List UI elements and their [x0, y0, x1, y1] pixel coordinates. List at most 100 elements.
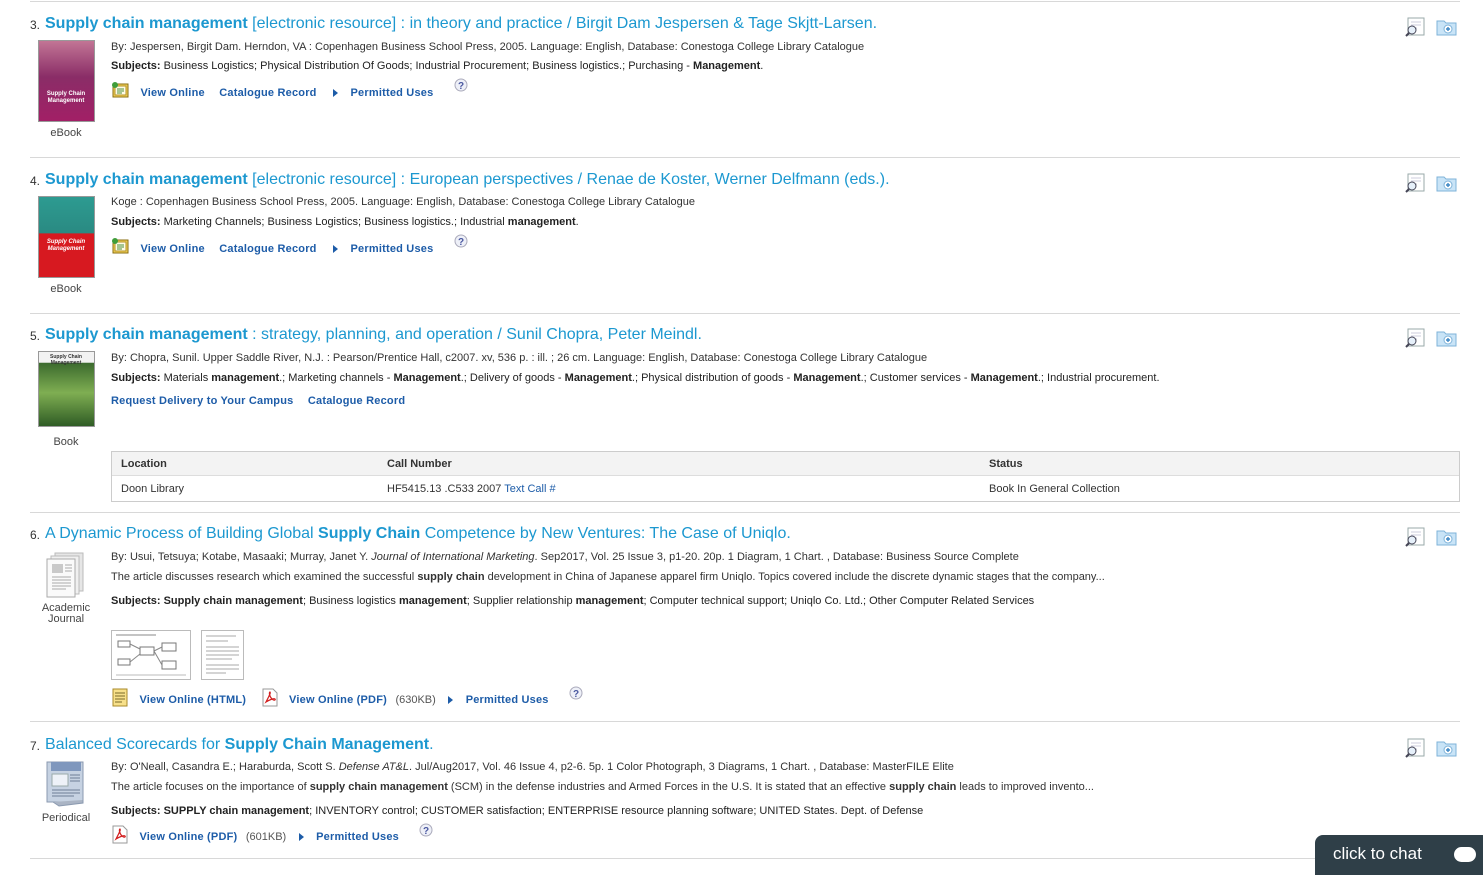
subjects-text: ; INVENTORY control; CUSTOMER satisfacti… [309, 805, 924, 817]
request-delivery-link[interactable]: Request Delivery to Your Campus [111, 395, 293, 407]
format-label: eBook [50, 127, 82, 139]
result-number: 7. [30, 739, 41, 753]
permitted-uses-link[interactable]: Permitted Uses [316, 831, 399, 843]
cover-title: Supply Chain Management [50, 354, 82, 366]
view-online-html-link[interactable]: View Online (HTML) [139, 694, 246, 706]
format-label: eBook [50, 283, 82, 295]
permitted-uses-link[interactable]: Permitted Uses [466, 694, 549, 706]
permitted-uses-link[interactable]: Permitted Uses [351, 243, 434, 255]
format-column: Academic Journal [30, 551, 102, 625]
result-number: 5. [30, 329, 41, 343]
expand-arrow-icon[interactable] [298, 833, 304, 841]
help-question-icon[interactable]: ? [569, 686, 583, 705]
subjects-text: . [760, 60, 764, 72]
book-cover-image[interactable]: Supply Chain Management [37, 196, 95, 278]
result-links: View Online (HTML) View Online (PDF) (63… [111, 686, 583, 712]
preview-magnifier-icon[interactable] [1404, 17, 1426, 42]
result-number: 4. [30, 174, 41, 188]
preview-magnifier-icon[interactable] [1404, 738, 1426, 763]
location-cell: Doon Library [121, 482, 184, 495]
result-links: Request Delivery to Your Campus Catalogu… [111, 392, 415, 414]
result-tools [1404, 173, 1460, 195]
permitted-uses-link[interactable]: Permitted Uses [351, 87, 434, 99]
title-text: : strategy, planning, and operation / Su… [247, 326, 702, 343]
meta-text: By: Usui, Tetsuya; Kotabe, Masaaki; Murr… [111, 551, 372, 563]
cover-title: Supply Chain Management [46, 91, 86, 104]
subjects-highlight: management [575, 595, 644, 607]
help-question-icon[interactable]: ? [419, 823, 433, 842]
pdf-fulltext-icon[interactable] [111, 825, 129, 849]
add-to-folder-icon[interactable] [1436, 738, 1458, 763]
preview-magnifier-icon[interactable] [1404, 328, 1426, 353]
subjects-label: Subjects: [111, 805, 161, 817]
subjects-highlight: management [398, 595, 467, 607]
chat-widget-button[interactable]: click to chat [1315, 835, 1483, 875]
title-highlight: Supply Chain Management [224, 736, 430, 753]
result-meta: By: O'Neall, Casandra E.; Haraburda, Sco… [111, 760, 954, 774]
subjects-highlight: management [507, 216, 576, 228]
svg-text:?: ? [458, 81, 464, 92]
ebook-online-icon[interactable] [111, 237, 130, 260]
add-to-folder-icon[interactable] [1436, 328, 1458, 353]
result-tools [1404, 328, 1460, 350]
view-online-pdf-link[interactable]: View Online (PDF) [139, 831, 237, 843]
format-column: Supply Chain Management eBook [30, 40, 102, 139]
result-subjects: Subjects: Supply chain management; Busin… [111, 594, 1034, 608]
result-title-link[interactable]: Supply chain management [electronic reso… [45, 14, 877, 34]
result-tools [1404, 738, 1460, 760]
title-highlight: Supply chain management [45, 326, 248, 343]
chart-preview-thumbnail[interactable] [201, 630, 245, 680]
add-to-folder-icon[interactable] [1436, 173, 1458, 198]
call-number-text: HF5415.13 .C533 2007 [387, 482, 502, 495]
result-meta: By: Usui, Tetsuya; Kotabe, Masaaki; Murr… [111, 550, 1019, 564]
result-separator [30, 721, 1460, 722]
subjects-highlight: Management [393, 372, 461, 384]
image-previews [111, 630, 250, 680]
abstract-highlight: supply chain [889, 781, 957, 793]
view-online-link[interactable]: View Online [140, 87, 204, 99]
expand-arrow-icon[interactable] [333, 244, 339, 253]
periodical-icon [43, 760, 89, 808]
result-separator [30, 512, 1460, 513]
result-subjects: Subjects: Business Logistics; Physical D… [111, 59, 763, 73]
subjects-label: Subjects: [111, 60, 161, 72]
catalogue-record-link[interactable]: Catalogue Record [219, 87, 316, 99]
result-subjects: Subjects: SUPPLY chain management; INVEN… [111, 804, 923, 818]
book-cover-image[interactable]: Supply Chain Management [37, 40, 95, 122]
preview-magnifier-icon[interactable] [1404, 173, 1426, 198]
subjects-text: Materials [160, 372, 212, 384]
result-subjects: Subjects: Marketing Channels; Business L… [111, 215, 579, 229]
result-separator [30, 313, 1460, 314]
expand-arrow-icon[interactable] [333, 88, 339, 97]
help-question-icon[interactable]: ? [454, 234, 468, 253]
html-fulltext-icon[interactable] [111, 688, 129, 712]
title-text: [electronic resource] : in theory and pr… [247, 15, 878, 32]
ebook-online-icon[interactable] [111, 81, 130, 104]
diagram-preview-thumbnail[interactable] [111, 630, 191, 680]
text-call-link[interactable]: Text Call # [504, 483, 555, 495]
column-header-call-number: Call Number [378, 452, 980, 476]
result-separator [30, 1, 1460, 2]
result-title-link[interactable]: Balanced Scorecards for Supply Chain Man… [45, 735, 434, 755]
view-online-link[interactable]: View Online [140, 243, 204, 255]
book-cover-image[interactable]: Supply Chain Management [37, 351, 95, 427]
help-question-icon[interactable]: ? [454, 78, 468, 97]
result-title-link[interactable]: Supply chain management : strategy, plan… [45, 325, 702, 345]
preview-magnifier-icon[interactable] [1404, 527, 1426, 552]
catalogue-record-link[interactable]: Catalogue Record [308, 395, 405, 407]
result-meta: By: Chopra, Sunil. Upper Saddle River, N… [111, 352, 928, 364]
result-title-link[interactable]: Supply chain management [electronic reso… [45, 170, 890, 190]
catalogue-record-link[interactable]: Catalogue Record [219, 243, 316, 255]
subjects-highlight: Management [793, 372, 861, 384]
meta-text: . Sep2017, Vol. 25 Issue 3, p1-20. 20p. … [534, 551, 1019, 563]
add-to-folder-icon[interactable] [1436, 527, 1458, 552]
result-title-link[interactable]: A Dynamic Process of Building Global Sup… [45, 524, 791, 544]
pdf-fulltext-icon[interactable] [261, 688, 279, 712]
format-column: Supply Chain Management Book [30, 351, 102, 448]
add-to-folder-icon[interactable] [1436, 17, 1458, 42]
results-list: 3. Supply chain management [electronic r… [30, 0, 1460, 860]
view-online-pdf-link[interactable]: View Online (PDF) [289, 694, 387, 706]
title-text: [electronic resource] : European perspec… [247, 171, 890, 188]
expand-arrow-icon[interactable] [448, 696, 454, 704]
abstract-text: The article focuses on the importance of [111, 781, 310, 793]
